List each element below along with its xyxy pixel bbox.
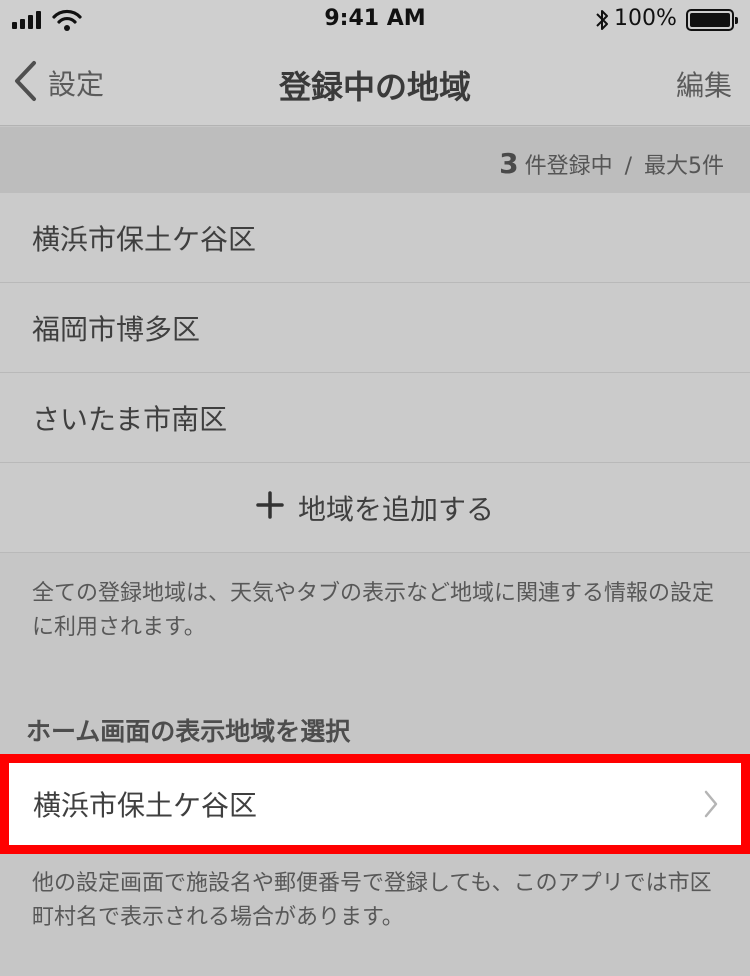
selected-region-label: 横浜市保土ケ谷区 (33, 789, 258, 822)
count-separator: / (624, 154, 632, 179)
page-title: 登録中の地域 (278, 68, 471, 106)
bluetooth-icon (594, 7, 610, 37)
registered-regions-note: 全ての登録地域は、天気やタブの表示など地域に関連する情報の設定に利用されます。 (32, 581, 715, 640)
plus-icon (256, 490, 284, 526)
edit-button[interactable]: 編集 (676, 64, 732, 104)
add-region-button[interactable]: 地域を追加する (0, 463, 750, 553)
registered-count-suffix: 件登録中 (524, 154, 613, 179)
region-list-item[interactable]: 横浜市保土ケ谷区 (0, 193, 750, 283)
registered-count: 3 (499, 147, 519, 180)
add-region-label: 地域を追加する (297, 492, 494, 526)
max-count-label: 最大5件 (644, 154, 724, 179)
display-name-note: 他の設定画面で施設名や郵便番号で登録しても、このアプリでは市区町村名で表示される… (32, 871, 712, 930)
status-bar: 9:41 AM 100% (0, 0, 750, 40)
region-list-item[interactable]: さいたま市南区 (0, 373, 750, 463)
registration-count-bar: 3 件登録中 / 最大5件 (0, 127, 750, 193)
chevron-right-icon (703, 789, 719, 819)
registered-region-list: 横浜市保土ケ谷区 福岡市博多区 さいたま市南区 地域を追加する (0, 193, 750, 553)
navigation-bar: 設定 登録中の地域 編集 (0, 40, 750, 126)
battery-icon (686, 9, 738, 31)
region-list-item[interactable]: 福岡市博多区 (0, 283, 750, 373)
home-display-region-row[interactable]: 横浜市保土ケ谷区 (0, 754, 750, 854)
battery-percent: 100% (614, 6, 677, 31)
home-display-section-header: ホーム画面の表示地域を選択 (26, 717, 351, 746)
